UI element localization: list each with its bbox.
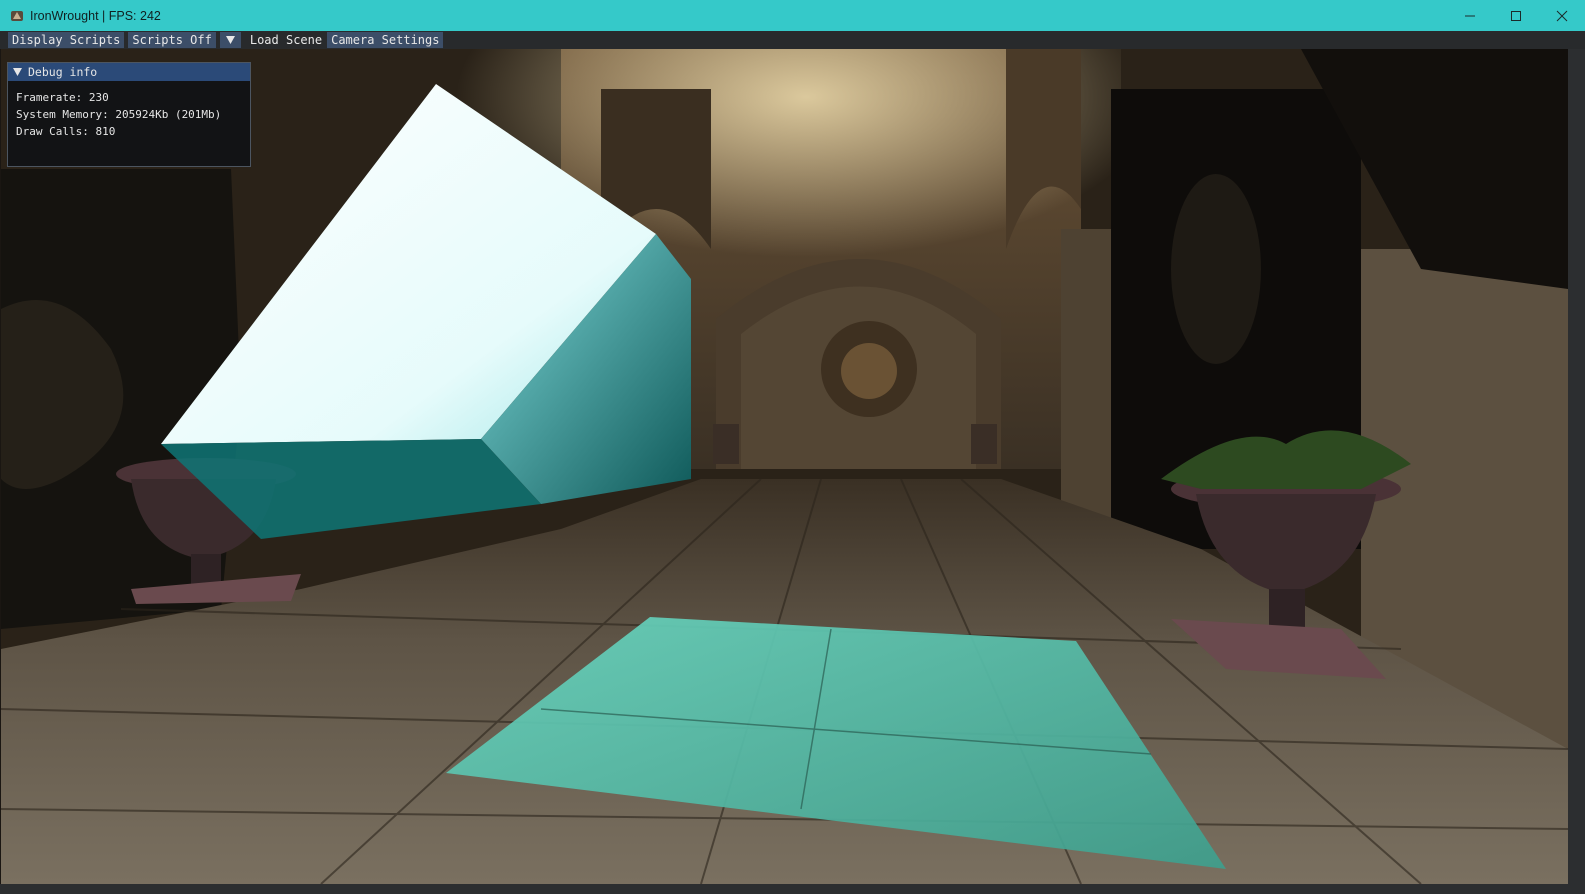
window-title: IronWrought | FPS: 242 [30, 8, 161, 23]
scene-render [1, 49, 1568, 884]
title-bar[interactable]: IronWrought | FPS: 242 [0, 0, 1585, 31]
minimize-icon [1465, 15, 1475, 16]
camera-settings-button[interactable]: Camera Settings [327, 32, 444, 48]
load-scene-button[interactable]: Load Scene [245, 32, 327, 48]
debug-info-header[interactable]: Debug info [8, 63, 250, 81]
load-scene-toggle[interactable] [219, 32, 241, 48]
debug-info-window[interactable]: Debug info Framerate: 230 System Memory:… [7, 62, 251, 167]
close-icon [1556, 10, 1568, 21]
maximize-icon [1511, 10, 1521, 21]
display-scripts-button[interactable]: Display Scripts [8, 32, 125, 48]
minimize-button[interactable] [1447, 0, 1493, 31]
menu-bar: Display Scripts Scripts Off Load Scene C… [0, 31, 1585, 49]
debug-info-title: Debug info [28, 65, 98, 79]
triangle-down-icon [225, 36, 235, 44]
draw-calls-text: Draw Calls: 810 [16, 125, 116, 138]
scripts-off-button[interactable]: Scripts Off [128, 32, 216, 48]
app-icon [11, 10, 23, 21]
scene-viewport[interactable] [1, 49, 1568, 884]
triangle-down-icon [13, 68, 22, 76]
close-button[interactable] [1539, 0, 1585, 31]
window-border-right [1568, 49, 1585, 894]
system-memory-text: System Memory: 205924Kb (201Mb) [16, 108, 222, 121]
framerate-text: Framerate: 230 [16, 91, 109, 104]
window-border-bottom [0, 884, 1585, 894]
maximize-button[interactable] [1493, 0, 1539, 31]
